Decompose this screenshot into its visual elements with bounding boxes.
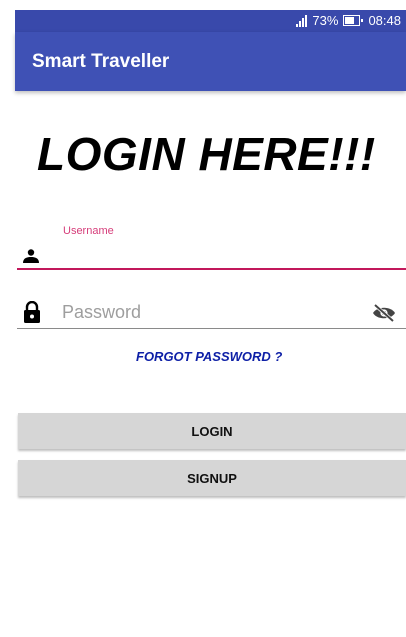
password-input[interactable] (62, 302, 342, 323)
app-bar: Smart Traveller (15, 32, 406, 91)
person-icon (23, 249, 39, 268)
app-title: Smart Traveller (32, 51, 170, 72)
page-heading: LOGIN HERE!!! (37, 128, 376, 180)
status-indicators: 73% 08:48 (295, 13, 401, 28)
signal-icon (295, 14, 308, 27)
battery-icon (343, 15, 364, 26)
eye-off-icon[interactable] (372, 303, 396, 327)
username-underline (17, 268, 406, 270)
lock-icon (23, 300, 41, 328)
battery-percent: 73% (312, 13, 339, 28)
login-button[interactable]: LOGIN (18, 413, 406, 449)
status-bar: 73% 08:48 (15, 10, 406, 32)
signup-button[interactable]: SIGNUP (18, 460, 406, 496)
clock: 08:48 (368, 13, 401, 28)
forgot-password-link[interactable]: FORGOT PASSWORD ? (136, 349, 282, 364)
password-underline (17, 328, 406, 329)
username-label: Username (63, 225, 114, 237)
